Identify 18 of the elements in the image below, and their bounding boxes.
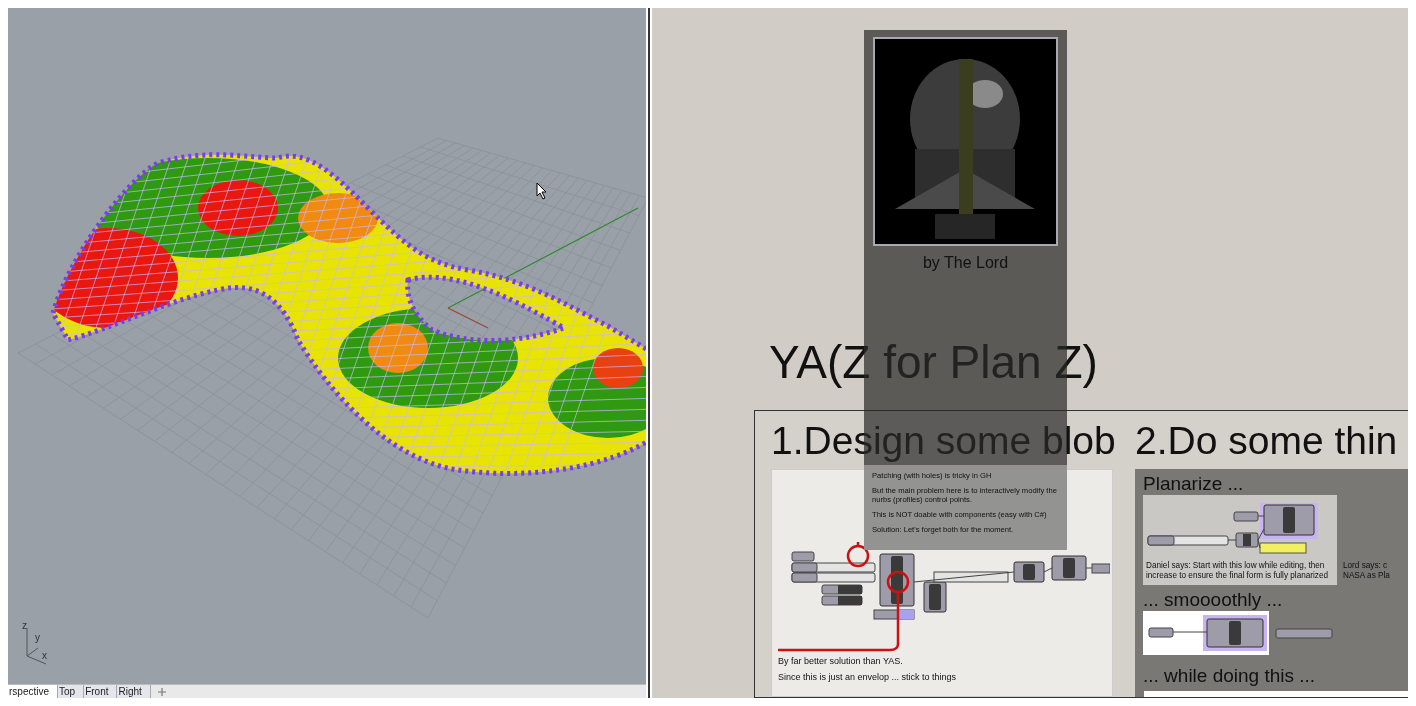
step-heading: Planarize ...	[1143, 473, 1245, 495]
viewport-tab[interactable]: Top	[58, 685, 85, 698]
comment-text: Daniel says: Start with this low while editing, then increase to ensure the final form is fully planarized	[1146, 561, 1330, 581]
section-heading: 2.Do some thin	[1135, 421, 1399, 461]
comment-text: Since this is just an envelop ... stick to things	[778, 672, 958, 682]
axis-label: y	[35, 632, 40, 643]
cursor-icon	[536, 182, 548, 200]
viewport-tab[interactable]: Right	[117, 685, 151, 698]
axis-label: z	[22, 620, 27, 631]
comment-text: By far better solution than YAS.	[778, 656, 904, 666]
step-heading: ... smoooothly ...	[1143, 589, 1284, 611]
output-param-icon	[1275, 627, 1333, 639]
comment-text: Lord says: c NASA as Pla	[1343, 561, 1390, 582]
picture-caption: by The Lord	[922, 254, 1009, 272]
viewport-tab[interactable]: rspective	[8, 685, 58, 698]
axis-label: x	[42, 650, 47, 661]
step-heading: ... while doing this ...	[1143, 665, 1317, 687]
viewport-tab[interactable]: Front	[84, 685, 118, 698]
